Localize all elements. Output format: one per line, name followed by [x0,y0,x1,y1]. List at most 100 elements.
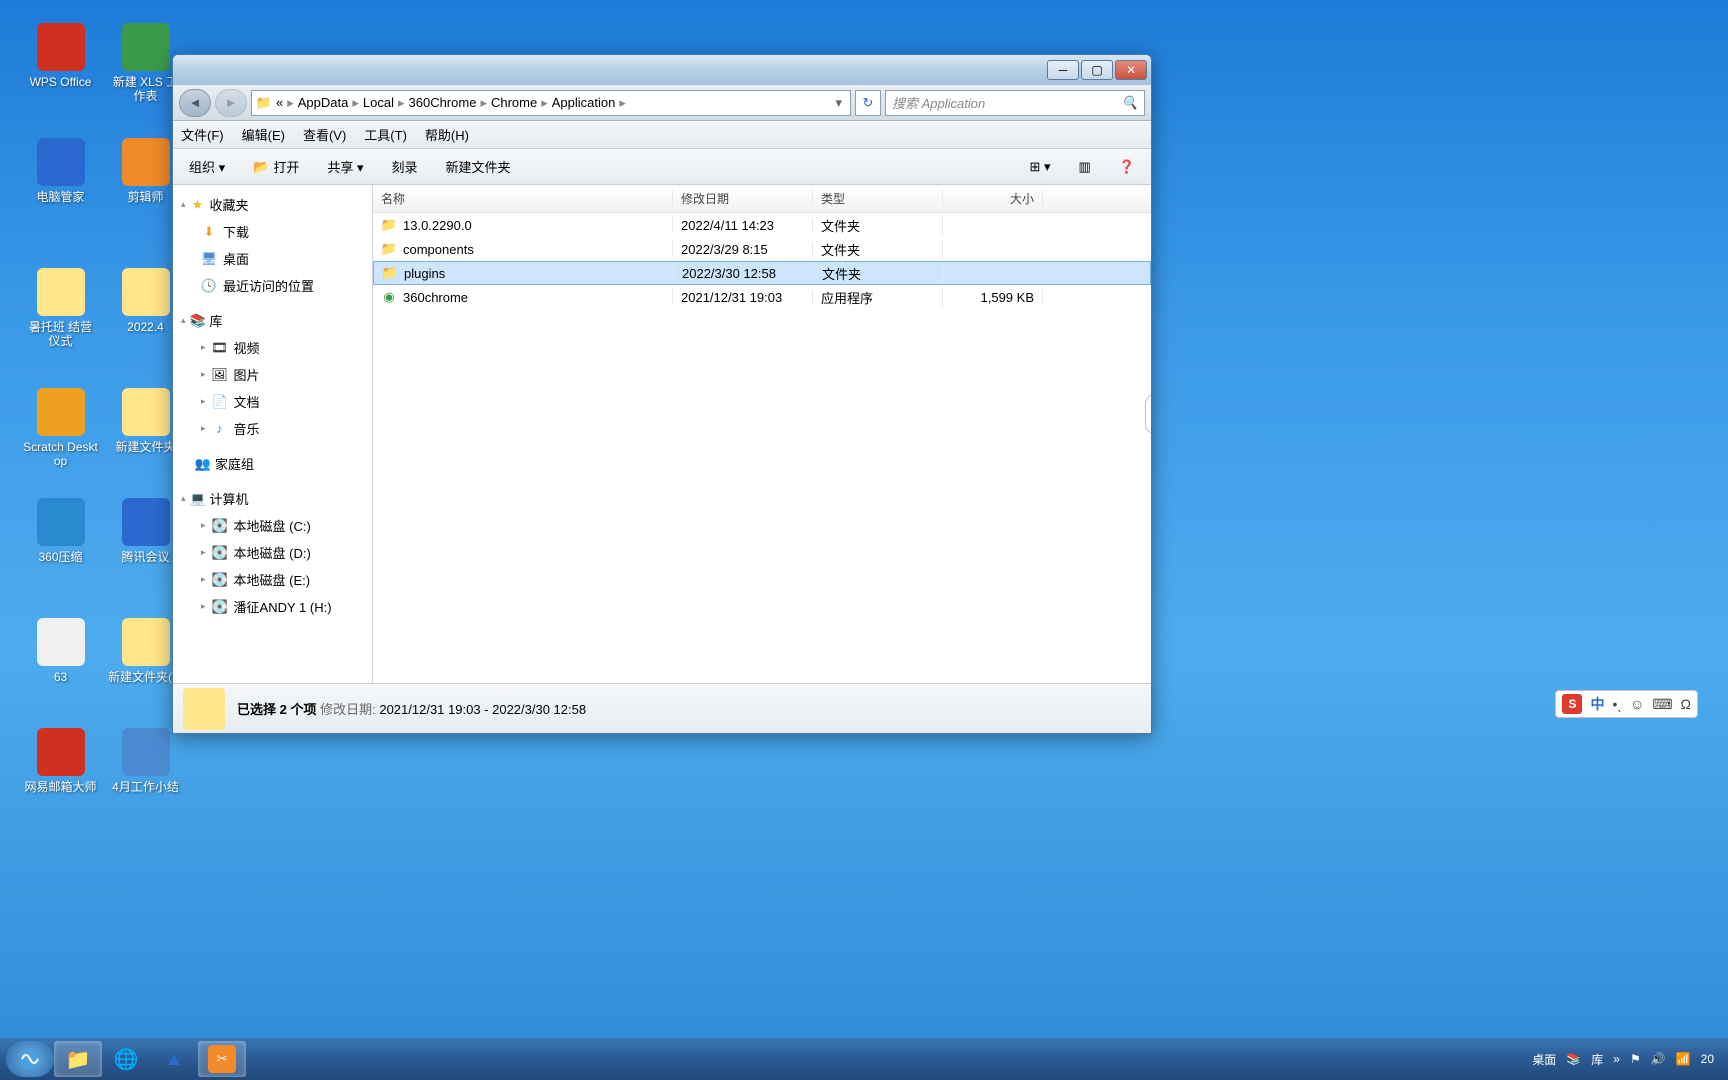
status-selection: 已选择 2 个项 [237,702,316,717]
nav-pane[interactable]: ▴★收藏夹 ⬇下载 🖥桌面 🕓最近访问的位置 ▴📚库 ▸🎞视频 ▸🖼图片 ▸📄文… [173,185,373,683]
forward-button[interactable]: ► [215,89,247,117]
desktop-icon[interactable]: 网易邮箱大师 [23,728,98,818]
address-bar[interactable]: 📁«▸AppData▸Local▸360Chrome▸Chrome▸Applic… [251,90,851,116]
desktop-icon[interactable]: 63 [23,618,98,708]
app-icon [122,728,170,776]
nav-library[interactable]: ▴📚库 [173,307,372,334]
desktop-icon[interactable]: 电脑管家 [23,138,98,228]
taskbar-browser[interactable]: 🌐 [102,1041,150,1077]
nav-drive-d[interactable]: ▸💽本地磁盘 (D:) [173,539,372,566]
ime-softkb-icon[interactable]: ⌨ [1652,696,1672,713]
menu-item[interactable]: 工具(T) [364,125,407,144]
taskbar-editor[interactable]: ✂ [198,1041,246,1077]
status-mod-label: 修改日期: [320,702,376,717]
open-button[interactable]: 📂打开 [245,153,307,180]
search-box[interactable]: 搜索 Application 🔍 [885,90,1145,116]
menu-item[interactable]: 文件(F) [181,125,224,144]
toolbar: 组织 ▾ 📂打开 共享 ▾ 刻录 新建文件夹 ⊞ ▾ ▥ ❓ [173,149,1151,185]
tray-more-icon[interactable]: » [1613,1052,1620,1066]
tray-desktop-label[interactable]: 桌面 [1532,1051,1556,1068]
breadcrumb-seg[interactable]: Local [359,95,398,110]
preview-pane-button[interactable]: ▥ [1071,155,1099,179]
tray-time[interactable]: 20 [1701,1052,1714,1066]
nav-drive-e[interactable]: ▸💽本地磁盘 (E:) [173,566,372,593]
ime-lang[interactable]: 中 [1590,694,1604,714]
breadcrumb-seg[interactable]: Chrome [487,95,541,110]
share-button[interactable]: 共享 ▾ [319,153,371,180]
file-row[interactable]: 📁13.0.2290.02022/4/11 14:23文件夹 [373,213,1151,237]
column-headers[interactable]: 名称 修改日期 类型 大小 [373,185,1151,213]
organize-button[interactable]: 组织 ▾ [181,153,233,180]
dropdown-icon[interactable]: ▾ [831,95,846,111]
app-icon [37,23,85,71]
breadcrumb-seg[interactable]: 360Chrome [405,95,481,110]
tray-library-label[interactable]: 库 [1591,1051,1603,1068]
icon-label: 腾讯会议 [121,550,169,564]
nav-pictures[interactable]: ▸🖼图片 [173,361,372,388]
help-button[interactable]: ❓ [1111,155,1143,179]
burn-button[interactable]: 刻录 [383,153,425,180]
ime-symbol-icon[interactable]: Ω [1681,696,1691,712]
breadcrumb-seg[interactable]: Application [548,95,620,110]
app-icon [122,498,170,546]
nav-favorites[interactable]: ▴★收藏夹 [173,191,372,218]
nav-recent[interactable]: 🕓最近访问的位置 [173,272,372,299]
menu-item[interactable]: 查看(V) [303,125,346,144]
file-rows[interactable]: 📁13.0.2290.02022/4/11 14:23文件夹📁component… [373,213,1151,683]
tray-network-icon[interactable]: 📶 [1676,1052,1691,1066]
nav-desktop[interactable]: 🖥桌面 [173,245,372,272]
breadcrumb-seg[interactable]: AppData [294,95,353,110]
desktop-icon[interactable]: WPS Office [23,23,98,113]
breadcrumb-seg[interactable]: « [272,95,287,110]
tray-volume-icon[interactable]: 🔊 [1651,1052,1666,1066]
nav-homegroup[interactable]: 👥家庭组 [173,450,372,477]
chevron-right-icon: ▸ [619,95,626,111]
col-size[interactable]: 大小 [943,190,1043,207]
explorer-body: ▴★收藏夹 ⬇下载 🖥桌面 🕓最近访问的位置 ▴📚库 ▸🎞视频 ▸🖼图片 ▸📄文… [173,185,1151,683]
computer-icon: 💻 [190,491,206,507]
col-date[interactable]: 修改日期 [673,190,813,207]
back-button[interactable]: ◄ [179,89,211,117]
desktop-icon[interactable]: Scratch Desktop [23,388,98,478]
titlebar[interactable]: ─ ▢ ✕ [173,55,1151,85]
drive-icon: 💽 [212,599,228,615]
col-name[interactable]: 名称 [373,190,673,207]
nav-downloads[interactable]: ⬇下载 [173,218,372,245]
menubar: 文件(F) 编辑(E) 查看(V) 工具(T) 帮助(H) [173,121,1151,149]
start-button[interactable] [6,1041,54,1077]
menu-item[interactable]: 编辑(E) [242,125,285,144]
desktop-icon: 🖥 [201,251,217,267]
nav-videos[interactable]: ▸🎞视频 [173,334,372,361]
nav-drive-c[interactable]: ▸💽本地磁盘 (C:) [173,512,372,539]
taskbar-meeting[interactable]: ▲ [150,1041,198,1077]
tray-library-icon[interactable]: 📚 [1566,1052,1581,1066]
collapse-preview-button[interactable]: ‹ [1145,394,1151,434]
drive-icon: 💽 [212,572,228,588]
nav-drive-h[interactable]: ▸💽潘征ANDY 1 (H:) [173,593,372,620]
newfolder-button[interactable]: 新建文件夹 [438,153,519,180]
ime-logo-icon[interactable]: S [1562,694,1582,714]
nav-computer[interactable]: ▴💻计算机 [173,485,372,512]
ime-toolbar[interactable]: S 中 •ˎ ☺ ⌨ Ω [1555,690,1698,718]
refresh-button[interactable]: ↻ [855,90,881,116]
minimize-button[interactable]: ─ [1047,60,1079,80]
maximize-button[interactable]: ▢ [1081,60,1113,80]
file-row[interactable]: 📁components2022/3/29 8:15文件夹 [373,237,1151,261]
desktop-icon[interactable]: 暑托班 结营仪式 [23,268,98,358]
ime-punct-icon[interactable]: •ˎ [1612,696,1622,712]
file-row[interactable]: ◉360chrome2021/12/31 19:03应用程序1,599 KB [373,285,1151,309]
desktop-icon[interactable]: 4月工作小结 [108,728,183,818]
tray-flag-icon[interactable]: ⚑ [1630,1052,1641,1066]
desktop-icon[interactable]: 360压缩 [23,498,98,588]
close-button[interactable]: ✕ [1115,60,1147,80]
ime-face-icon[interactable]: ☺ [1630,696,1644,712]
taskbar-explorer[interactable]: 📁 [54,1041,102,1077]
file-row[interactable]: 📁plugins2022/3/30 12:58文件夹 [373,261,1151,285]
nav-documents[interactable]: ▸📄文档 [173,388,372,415]
file-type: 文件夹 [813,216,943,235]
view-button[interactable]: ⊞ ▾ [1021,155,1058,179]
menu-item[interactable]: 帮助(H) [425,125,469,144]
file-date: 2022/3/29 8:15 [673,242,813,257]
nav-music[interactable]: ▸♪音乐 [173,415,372,442]
col-type[interactable]: 类型 [813,190,943,207]
